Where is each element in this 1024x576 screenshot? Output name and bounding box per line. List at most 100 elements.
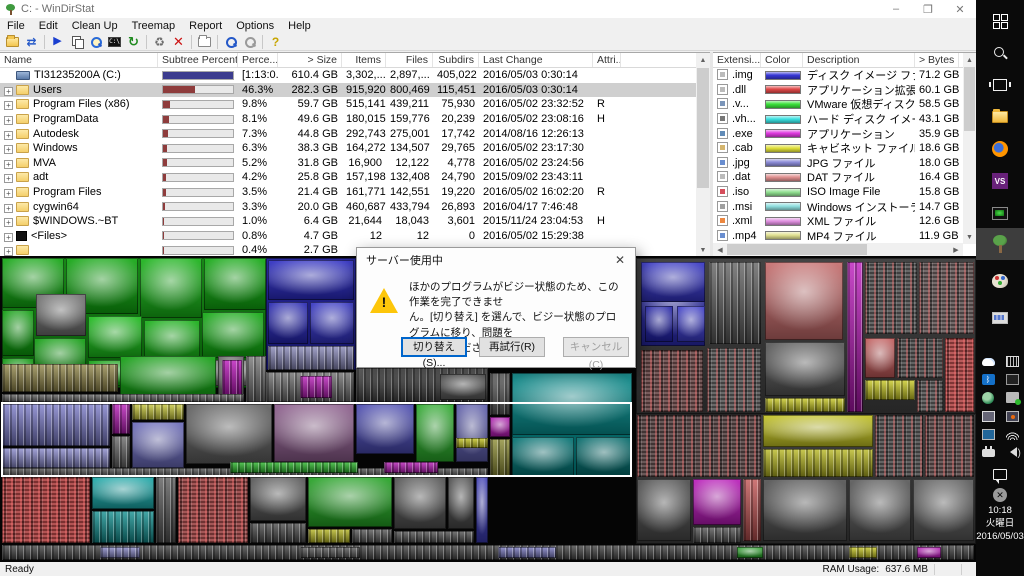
expand-icon[interactable]: + xyxy=(4,145,13,154)
files-column-subdirs[interactable]: Subdirs xyxy=(433,53,479,67)
files-column-name[interactable]: Name xyxy=(0,53,158,67)
treemap-rect[interactable] xyxy=(308,529,350,543)
table-row[interactable]: +cygwin643.3%20.0 GB460,687433,79426,893… xyxy=(0,199,710,214)
treemap-rect[interactable] xyxy=(641,350,703,412)
usb-device-icon[interactable] xyxy=(1006,392,1019,403)
paint-palette-icon[interactable] xyxy=(976,268,1024,294)
treemap-rect[interactable] xyxy=(222,360,242,396)
open-folder-icon[interactable] xyxy=(3,34,22,50)
treemap-rect[interactable] xyxy=(308,477,392,527)
treemap-rect[interactable] xyxy=(156,477,176,543)
start-button[interactable] xyxy=(976,8,1024,34)
treemap-rect[interactable] xyxy=(707,348,761,412)
treemap-rect[interactable] xyxy=(246,356,266,402)
menu-report[interactable]: Report xyxy=(182,20,229,32)
help-icon[interactable]: ? xyxy=(266,34,285,50)
treemap-rect[interactable] xyxy=(847,262,863,412)
table-row[interactable]: +ProgramData8.1%49.6 GB180,015159,77620,… xyxy=(0,112,710,127)
treemap-rect[interactable] xyxy=(637,415,761,477)
treemap-rect[interactable] xyxy=(917,547,941,558)
ime-keyboard-icon[interactable] xyxy=(1006,356,1019,367)
ext-column-bytes[interactable]: > Bytes xyxy=(915,53,959,67)
extension-row[interactable]: .vh...ハード ディスク イメージ ファイル43.1 GB xyxy=(713,112,976,127)
treemap-rect[interactable] xyxy=(765,398,845,412)
expand-icon[interactable]: + xyxy=(4,247,13,256)
treemap-rect[interactable] xyxy=(897,338,943,378)
treemap-rect[interactable] xyxy=(476,477,488,543)
treemap-rect[interactable] xyxy=(2,477,90,543)
extension-row[interactable]: .datDAT ファイル16.4 GB xyxy=(713,170,976,185)
files-column-subtreepercent[interactable]: Subtree Percent... xyxy=(158,53,238,67)
extension-list-hscrollbar[interactable]: ◀ ▶ xyxy=(713,243,963,256)
scroll-up-icon[interactable]: ▲ xyxy=(963,53,976,67)
close-button[interactable]: ✕ xyxy=(944,0,976,18)
files-column-size[interactable]: > Size xyxy=(278,53,342,67)
extension-row[interactable]: .imgディスク イメージ ファイル71.2 GB xyxy=(713,68,976,83)
delete-icon[interactable]: ✕ xyxy=(169,34,188,50)
treemap-rect[interactable] xyxy=(88,316,142,358)
menu-options[interactable]: Options xyxy=(229,20,281,32)
action-center-icon[interactable] xyxy=(976,464,1024,484)
expand-icon[interactable]: + xyxy=(4,87,13,96)
extension-list-vscrollbar[interactable]: ▲ ▼ xyxy=(963,53,976,244)
treemap-rect[interactable] xyxy=(737,547,763,558)
treemap-rect[interactable] xyxy=(849,547,877,558)
treemap-rect[interactable] xyxy=(763,479,847,541)
restore-button[interactable]: ❐ xyxy=(912,0,944,18)
scroll-down-icon[interactable]: ▼ xyxy=(696,243,710,256)
treemap-rect[interactable] xyxy=(693,479,741,525)
terminal-icon[interactable] xyxy=(976,200,1024,226)
new-folder-icon[interactable] xyxy=(195,34,214,50)
treemap-rect[interactable] xyxy=(300,376,332,398)
expand-icon[interactable]: + xyxy=(4,233,13,242)
extension-row[interactable]: .cabキャビネット ファイル18.6 GB xyxy=(713,141,976,156)
empty-recycle-bin-icon[interactable]: ♻ xyxy=(150,34,169,50)
refresh-selected-icon[interactable]: ↻ xyxy=(124,34,143,50)
table-row[interactable]: +Program Files3.5%21.4 GB161,771142,5511… xyxy=(0,185,710,200)
treemap-rect[interactable] xyxy=(498,547,556,558)
wifi-icon[interactable] xyxy=(1006,429,1019,440)
treemap-rect[interactable] xyxy=(2,394,244,402)
treemap-rect[interactable] xyxy=(250,477,306,521)
treemap-rect[interactable] xyxy=(763,449,873,477)
files-column-attri[interactable]: Attri... xyxy=(593,53,621,67)
table-row[interactable]: TI31235200A (C:)[1:13:0...610.4 GB3,302,… xyxy=(0,68,710,83)
menu-treemap[interactable]: Treemap xyxy=(125,20,183,32)
treemap-rect[interactable] xyxy=(945,338,974,412)
table-row[interactable]: +Program Files (x86)9.8%59.7 GB515,14143… xyxy=(0,97,710,112)
scroll-down-icon[interactable]: ▼ xyxy=(963,230,976,244)
windirstat-icon[interactable] xyxy=(976,228,1024,260)
extension-row[interactable]: .exeアプリケーション35.9 GB xyxy=(713,126,976,141)
menu-file[interactable]: File xyxy=(0,20,32,32)
treemap-rect[interactable] xyxy=(92,477,154,509)
treemap-rect[interactable] xyxy=(178,477,248,543)
treemap-rect[interactable] xyxy=(204,258,266,310)
firefox-icon[interactable] xyxy=(976,136,1024,162)
file-explorer-icon[interactable] xyxy=(976,104,1024,130)
treemap-rect[interactable] xyxy=(448,477,474,529)
onedrive-icon[interactable] xyxy=(982,358,995,366)
zoom-in-icon[interactable] xyxy=(221,34,240,50)
table-row[interactable]: +Users46.3%282.3 GB915,920800,469115,451… xyxy=(0,83,710,98)
task-view-icon[interactable] xyxy=(976,72,1024,98)
taskbar-clock[interactable]: 10:18火曜日2016/05/03 xyxy=(976,505,1024,543)
treemap-rect[interactable] xyxy=(92,511,154,543)
treemap-rect[interactable] xyxy=(2,545,974,560)
search-icon[interactable] xyxy=(976,40,1024,66)
extension-list-header[interactable]: Extensi...ColorDescription> Bytes xyxy=(713,53,976,68)
table-row[interactable]: +adt4.2%25.8 GB157,198132,40824,7902015/… xyxy=(0,170,710,185)
files-column-perce[interactable]: Perce... xyxy=(238,53,278,67)
treemap-rect[interactable] xyxy=(865,262,917,334)
treemap-rect[interactable] xyxy=(645,306,673,342)
ext-column-color[interactable]: Color xyxy=(761,53,803,67)
open-explorer-icon[interactable] xyxy=(86,34,105,50)
treemap-rect[interactable] xyxy=(202,312,264,358)
scroll-up-icon[interactable]: ▲ xyxy=(696,53,710,67)
treemap-rect[interactable] xyxy=(765,262,843,340)
table-row[interactable]: +Autodesk7.3%44.8 GB292,743275,00117,742… xyxy=(0,126,710,141)
extension-row[interactable]: .dllアプリケーション拡張60.1 GB xyxy=(713,83,976,98)
treemap-rect[interactable] xyxy=(36,294,86,336)
dialog-button-normal[interactable]: 再試行(R) xyxy=(479,337,545,357)
treemap-rect[interactable] xyxy=(2,310,34,356)
volume-icon[interactable] xyxy=(1010,447,1017,457)
